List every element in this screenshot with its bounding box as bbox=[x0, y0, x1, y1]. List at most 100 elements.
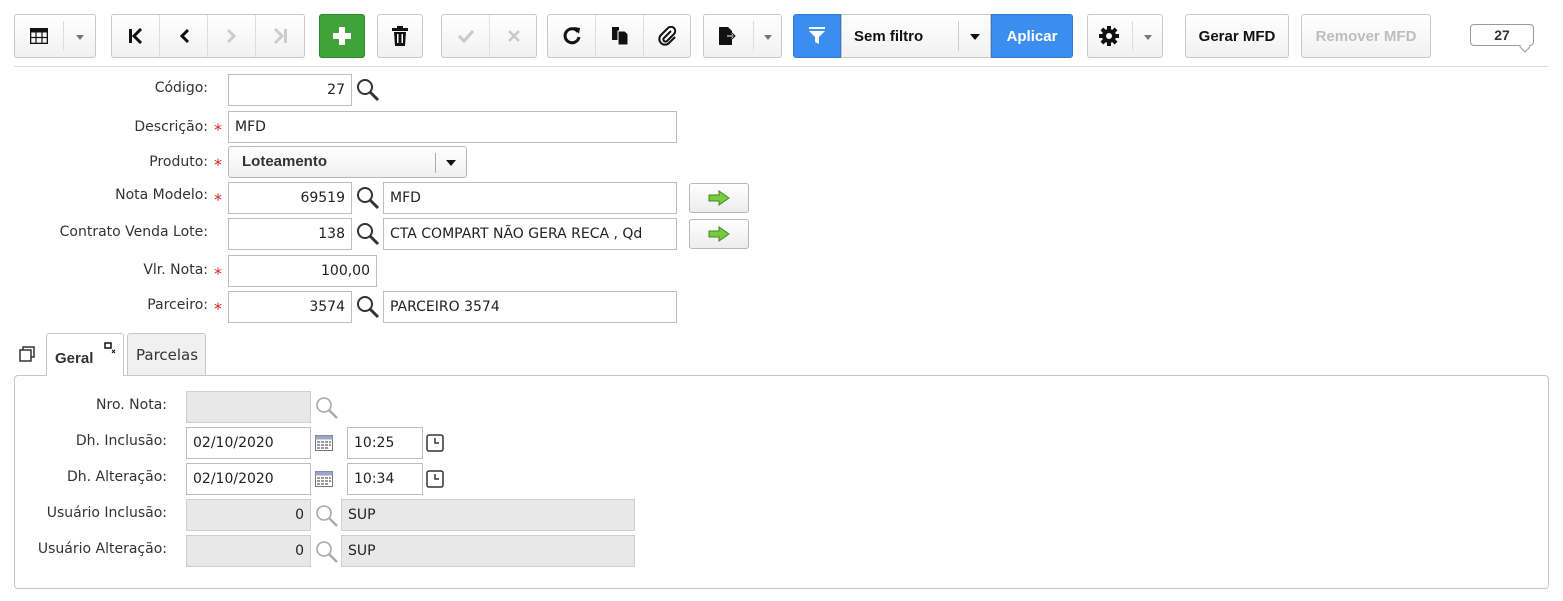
nro-nota-field[interactable] bbox=[186, 391, 311, 423]
save-cancel-group bbox=[441, 14, 537, 58]
contrato-label: Contrato Venda Lote: bbox=[59, 224, 208, 240]
clock-icon[interactable] bbox=[426, 470, 444, 488]
usuario-alteracao-name-field[interactable]: SUP bbox=[341, 535, 635, 567]
required-marker: * bbox=[214, 120, 222, 139]
remover-mfd-label: Remover MFD bbox=[1315, 27, 1417, 45]
produto-label: Produto: bbox=[149, 154, 208, 170]
filter-button[interactable] bbox=[793, 14, 841, 58]
dh-inclusao-label: Dh. Inclusão: bbox=[75, 433, 167, 449]
usuario-alteracao-code-field[interactable]: 0 bbox=[186, 535, 311, 567]
codigo-field[interactable]: 27 bbox=[228, 74, 352, 106]
restore-window-icon[interactable] bbox=[19, 346, 35, 362]
record-count-value: 27 bbox=[1494, 27, 1510, 43]
tab-parcelas-label: Parcelas bbox=[136, 345, 199, 364]
chevron-down-icon bbox=[1144, 35, 1152, 40]
gerar-mfd-label: Gerar MFD bbox=[1198, 27, 1276, 45]
record-navigation bbox=[111, 14, 305, 58]
next-record-icon bbox=[226, 28, 236, 44]
grid-view-button[interactable] bbox=[14, 14, 96, 58]
search-icon[interactable] bbox=[315, 504, 339, 528]
prev-record-icon bbox=[179, 28, 189, 44]
search-icon[interactable] bbox=[356, 186, 380, 210]
parceiro-code-field[interactable]: 3574 bbox=[228, 291, 352, 323]
nota-modelo-code-field[interactable]: 69519 bbox=[228, 182, 352, 214]
first-record-button[interactable] bbox=[112, 15, 160, 57]
parceiro-desc-field[interactable]: PARCEIRO 3574 bbox=[383, 291, 677, 323]
filter-select[interactable]: Sem filtro bbox=[841, 14, 991, 58]
remover-mfd-button[interactable]: Remover MFD bbox=[1301, 14, 1431, 58]
first-record-icon bbox=[128, 28, 142, 44]
settings-button[interactable] bbox=[1087, 14, 1163, 58]
delete-button[interactable] bbox=[377, 14, 423, 58]
nota-modelo-desc-field[interactable]: MFD bbox=[383, 182, 677, 214]
record-actions-group bbox=[547, 14, 691, 58]
refresh-icon bbox=[563, 27, 580, 45]
dh-inclusao-time-field[interactable]: 10:25 bbox=[347, 427, 423, 459]
add-icon bbox=[333, 27, 351, 45]
duplicate-icon bbox=[611, 27, 628, 46]
tab-geral-label: Geral bbox=[55, 349, 94, 367]
codigo-label: Código: bbox=[154, 80, 208, 96]
trash-icon bbox=[392, 26, 408, 46]
open-nota-modelo-button[interactable] bbox=[689, 183, 749, 213]
nro-nota-label: Nro. Nota: bbox=[96, 397, 167, 413]
dh-alteracao-time-field[interactable]: 10:34 bbox=[347, 463, 423, 495]
usuario-inclusao-code-field[interactable]: 0 bbox=[186, 499, 311, 531]
calendar-icon[interactable] bbox=[315, 435, 333, 451]
tab-geral[interactable]: Geral bbox=[46, 333, 124, 376]
contrato-desc-field[interactable]: CTA COMPART NÃO GERA RECA , Qd bbox=[383, 218, 677, 250]
nota-modelo-label: Nota Modelo: bbox=[115, 187, 208, 203]
duplicate-button[interactable] bbox=[596, 15, 644, 57]
arrow-right-icon bbox=[708, 190, 730, 206]
parceiro-label: Parceiro: bbox=[147, 297, 208, 313]
calendar-icon[interactable] bbox=[315, 471, 333, 487]
vlr-nota-label: Vlr. Nota: bbox=[143, 262, 208, 278]
last-record-icon bbox=[273, 28, 287, 44]
save-button[interactable] bbox=[442, 15, 490, 57]
chevron-down-icon bbox=[764, 35, 772, 40]
filter-icon bbox=[809, 27, 825, 44]
gerar-mfd-button[interactable]: Gerar MFD bbox=[1185, 14, 1289, 58]
tab-parcelas[interactable]: Parcelas bbox=[127, 333, 206, 375]
usuario-alteracao-label: Usuário Alteração: bbox=[37, 541, 167, 557]
clock-icon[interactable] bbox=[426, 434, 444, 452]
search-icon[interactable] bbox=[315, 540, 339, 564]
detach-tab-icon[interactable] bbox=[104, 342, 116, 354]
cancel-button[interactable] bbox=[490, 15, 537, 57]
apply-filter-label: Aplicar bbox=[1006, 27, 1058, 45]
usuario-inclusao-name-field[interactable]: SUP bbox=[341, 499, 635, 531]
apply-filter-button[interactable]: Aplicar bbox=[991, 14, 1073, 58]
open-contrato-button[interactable] bbox=[689, 219, 749, 249]
produto-select-value: Loteamento bbox=[242, 153, 328, 170]
dh-alteracao-label: Dh. Alteração: bbox=[66, 469, 167, 485]
last-record-button[interactable] bbox=[256, 15, 304, 57]
descricao-field[interactable]: MFD bbox=[228, 111, 677, 143]
search-icon[interactable] bbox=[356, 295, 380, 319]
grid-icon bbox=[30, 28, 48, 44]
add-button[interactable] bbox=[319, 14, 365, 58]
toolbar-divider bbox=[14, 66, 1549, 67]
next-record-button[interactable] bbox=[208, 15, 256, 57]
check-icon bbox=[457, 29, 474, 43]
prev-record-button[interactable] bbox=[160, 15, 208, 57]
descricao-label: Descrição: bbox=[134, 119, 208, 135]
gear-icon bbox=[1099, 26, 1119, 46]
usuario-inclusao-label: Usuário Inclusão: bbox=[46, 505, 167, 521]
vlr-nota-field[interactable]: 100,00 bbox=[228, 255, 377, 287]
refresh-button[interactable] bbox=[548, 15, 596, 57]
record-count-badge: 27 bbox=[1470, 24, 1534, 53]
contrato-code-field[interactable]: 138 bbox=[228, 218, 352, 250]
attach-button[interactable] bbox=[644, 15, 691, 57]
arrow-right-icon bbox=[708, 226, 730, 242]
export-button[interactable] bbox=[703, 14, 782, 58]
attach-icon bbox=[657, 26, 676, 46]
search-icon[interactable] bbox=[356, 78, 380, 102]
search-icon[interactable] bbox=[356, 222, 380, 246]
cancel-icon bbox=[507, 30, 520, 42]
required-marker: * bbox=[214, 155, 222, 174]
search-icon[interactable] bbox=[315, 396, 339, 420]
dh-inclusao-date-field[interactable]: 02/10/2020 bbox=[186, 427, 311, 459]
produto-select[interactable]: Loteamento bbox=[228, 146, 467, 178]
dh-alteracao-date-field[interactable]: 02/10/2020 bbox=[186, 463, 311, 495]
chevron-down-icon bbox=[76, 35, 84, 40]
